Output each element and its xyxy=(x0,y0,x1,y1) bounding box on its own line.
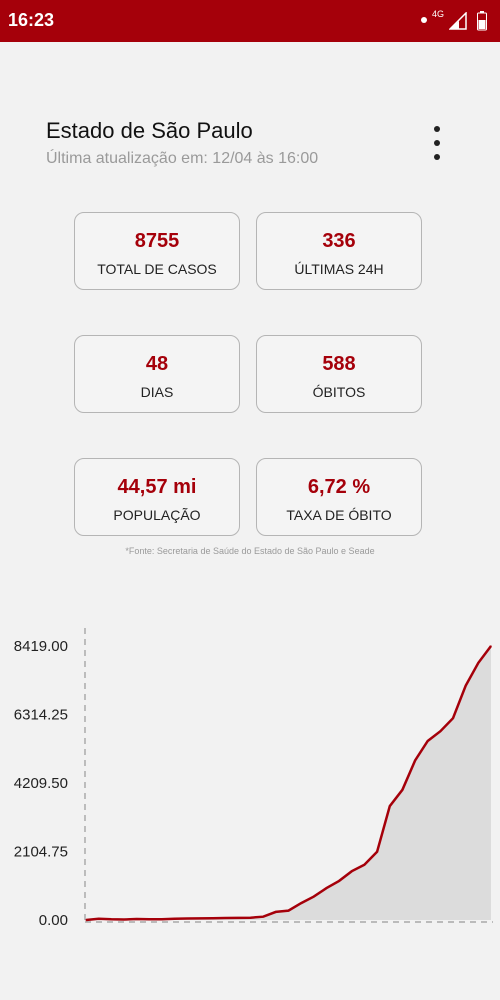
data-point xyxy=(85,919,87,921)
card-value: 44,57 mi xyxy=(117,476,197,498)
y-tick-label: 0.00 xyxy=(39,912,68,929)
data-point xyxy=(414,759,416,762)
data-point xyxy=(300,902,302,904)
data-point xyxy=(287,909,290,912)
data-point xyxy=(136,918,138,920)
menu-dot xyxy=(434,140,440,146)
card-label: POPULAÇÃO xyxy=(113,507,201,523)
data-point xyxy=(211,917,214,919)
status-time: 16:23 xyxy=(8,10,55,30)
data-point xyxy=(313,895,315,898)
card-value: 8755 xyxy=(134,230,180,252)
more-options-button[interactable] xyxy=(424,126,450,160)
data-point xyxy=(237,917,239,919)
data-point xyxy=(389,805,391,807)
data-point xyxy=(376,851,378,853)
y-tick-label: 6314.25 xyxy=(14,707,68,724)
data-point xyxy=(401,789,404,791)
y-tick-label: 2104.75 xyxy=(14,844,68,861)
card-label: ÚLTIMAS 24H xyxy=(294,261,384,277)
data-point xyxy=(98,918,100,920)
data-point xyxy=(427,740,429,742)
data-point xyxy=(186,917,188,920)
y-axis: 8419.00 6314.25 4209.50 2104.75 0.00 xyxy=(14,638,68,929)
card-value: 6,72 % xyxy=(307,476,371,498)
y-tick-label: 4209.50 xyxy=(14,775,68,792)
data-point xyxy=(262,916,264,918)
data-point xyxy=(439,730,441,732)
source-note: *Fonte: Secretaria de Saúde do Estado de… xyxy=(125,546,375,556)
data-point xyxy=(490,645,492,647)
data-point xyxy=(199,917,201,919)
cases-chart: 8419.00 6314.25 4209.50 2104.75 0.00 xyxy=(14,628,493,929)
death-rate-card: 6,72 % TAXA DE ÓBITO xyxy=(256,458,422,536)
last-update-text: Última atualização em: 12/04 às 16:00 xyxy=(46,150,319,167)
network-type: 4G xyxy=(432,9,445,19)
card-value: 48 xyxy=(145,353,169,375)
card-label: ÓBITOS xyxy=(312,384,366,400)
data-point xyxy=(148,918,150,920)
last-24h-card: 336 ÚLTIMAS 24H xyxy=(256,212,422,290)
y-tick-label: 8419.00 xyxy=(14,638,68,655)
data-point xyxy=(224,917,226,919)
data-point xyxy=(477,662,479,664)
data-point xyxy=(351,870,353,872)
more-vertical-icon xyxy=(434,126,440,132)
battery-icon xyxy=(477,11,487,31)
card-label: DIAS xyxy=(140,384,174,400)
days-card: 48 DIAS xyxy=(74,335,240,413)
card-label: TAXA DE ÓBITO xyxy=(286,507,392,523)
total-cases-card: 8755 TOTAL DE CASOS xyxy=(74,212,240,290)
notification-dot-icon xyxy=(421,17,427,23)
data-point xyxy=(275,911,277,913)
card-value: 336 xyxy=(322,230,356,252)
data-point xyxy=(452,717,454,719)
data-point xyxy=(173,918,176,920)
card-label: TOTAL DE CASOS xyxy=(97,261,217,277)
data-point xyxy=(123,918,125,921)
signal-icon xyxy=(449,12,467,30)
cases-area xyxy=(86,646,491,920)
status-bar: 16:23 4G xyxy=(0,0,500,42)
data-point xyxy=(249,917,252,919)
deaths-card: 588 ÓBITOS xyxy=(256,335,422,413)
population-card: 44,57 mi POPULAÇÃO xyxy=(74,458,240,536)
data-point xyxy=(338,880,340,882)
menu-dot xyxy=(434,154,440,160)
data-point xyxy=(465,685,467,687)
page-title: Estado de São Paulo xyxy=(46,118,253,143)
data-point xyxy=(325,887,328,889)
data-point xyxy=(363,864,366,866)
card-value: 588 xyxy=(322,353,356,375)
data-point xyxy=(161,918,163,920)
data-point xyxy=(110,918,112,920)
